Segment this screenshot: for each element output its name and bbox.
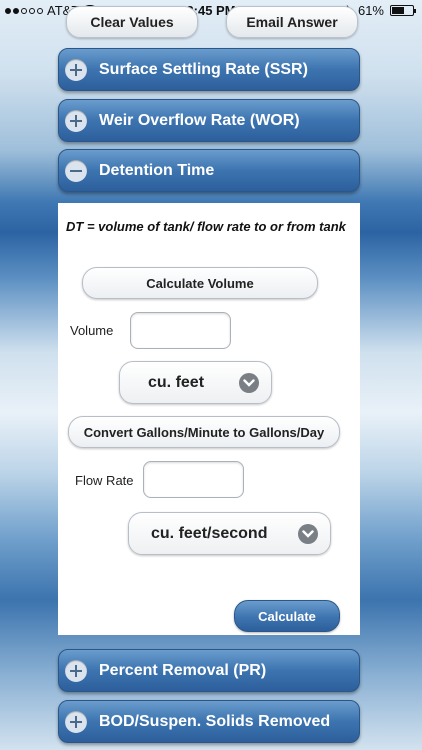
clear-values-button[interactable]: Clear Values xyxy=(66,6,198,38)
volume-unit-select[interactable]: cu. feet xyxy=(119,361,272,404)
section-label: Detention Time xyxy=(99,161,215,179)
section-ssr-header[interactable]: Surface Settling Rate (SSR) xyxy=(58,48,360,91)
calculate-button[interactable]: Calculate xyxy=(234,600,340,632)
flow-rate-label: Flow Rate xyxy=(75,473,134,488)
section-label: Surface Settling Rate (SSR) xyxy=(99,60,308,78)
battery-percent: 61% xyxy=(357,3,384,18)
convert-gpm-to-gpd-button[interactable]: Convert Gallons/Minute to Gallons/Day xyxy=(68,416,340,448)
flow-rate-input[interactable] xyxy=(143,461,244,498)
volume-input[interactable] xyxy=(130,312,231,349)
flow-unit-value: cu. feet/second xyxy=(151,524,268,542)
expand-plus-icon xyxy=(65,58,87,81)
calculate-volume-button[interactable]: Calculate Volume xyxy=(82,267,318,299)
collapse-minus-icon xyxy=(65,159,87,182)
status-bar: AT&T 3:45 PM 61% xyxy=(0,0,422,22)
chevron-down-icon xyxy=(239,372,259,393)
section-detention-header[interactable]: Detention Time xyxy=(58,149,360,192)
expand-plus-icon xyxy=(65,109,87,132)
flow-unit-select[interactable]: cu. feet/second xyxy=(128,512,331,555)
section-wor-header[interactable]: Weir Overflow Rate (WOR) xyxy=(58,99,360,142)
section-label: Percent Removal (PR) xyxy=(99,661,267,679)
email-answer-button[interactable]: Email Answer xyxy=(226,6,358,38)
volume-unit-value: cu. feet xyxy=(148,373,205,391)
expand-plus-icon xyxy=(65,659,87,682)
volume-label: Volume xyxy=(70,323,114,338)
section-bod-header[interactable]: BOD/Suspen. Solids Removed xyxy=(58,700,360,743)
chevron-down-icon xyxy=(298,523,318,544)
detention-time-panel: DT = volume of tank/ flow rate to or fro… xyxy=(58,203,360,635)
section-label: BOD/Suspen. Solids Removed xyxy=(99,712,331,730)
expand-plus-icon xyxy=(65,710,87,733)
battery-icon xyxy=(390,5,416,16)
section-label: Weir Overflow Rate (WOR) xyxy=(99,111,300,129)
section-pr-header[interactable]: Percent Removal (PR) xyxy=(58,649,360,692)
formula-text: DT = volume of tank/ flow rate to or fro… xyxy=(66,219,346,234)
